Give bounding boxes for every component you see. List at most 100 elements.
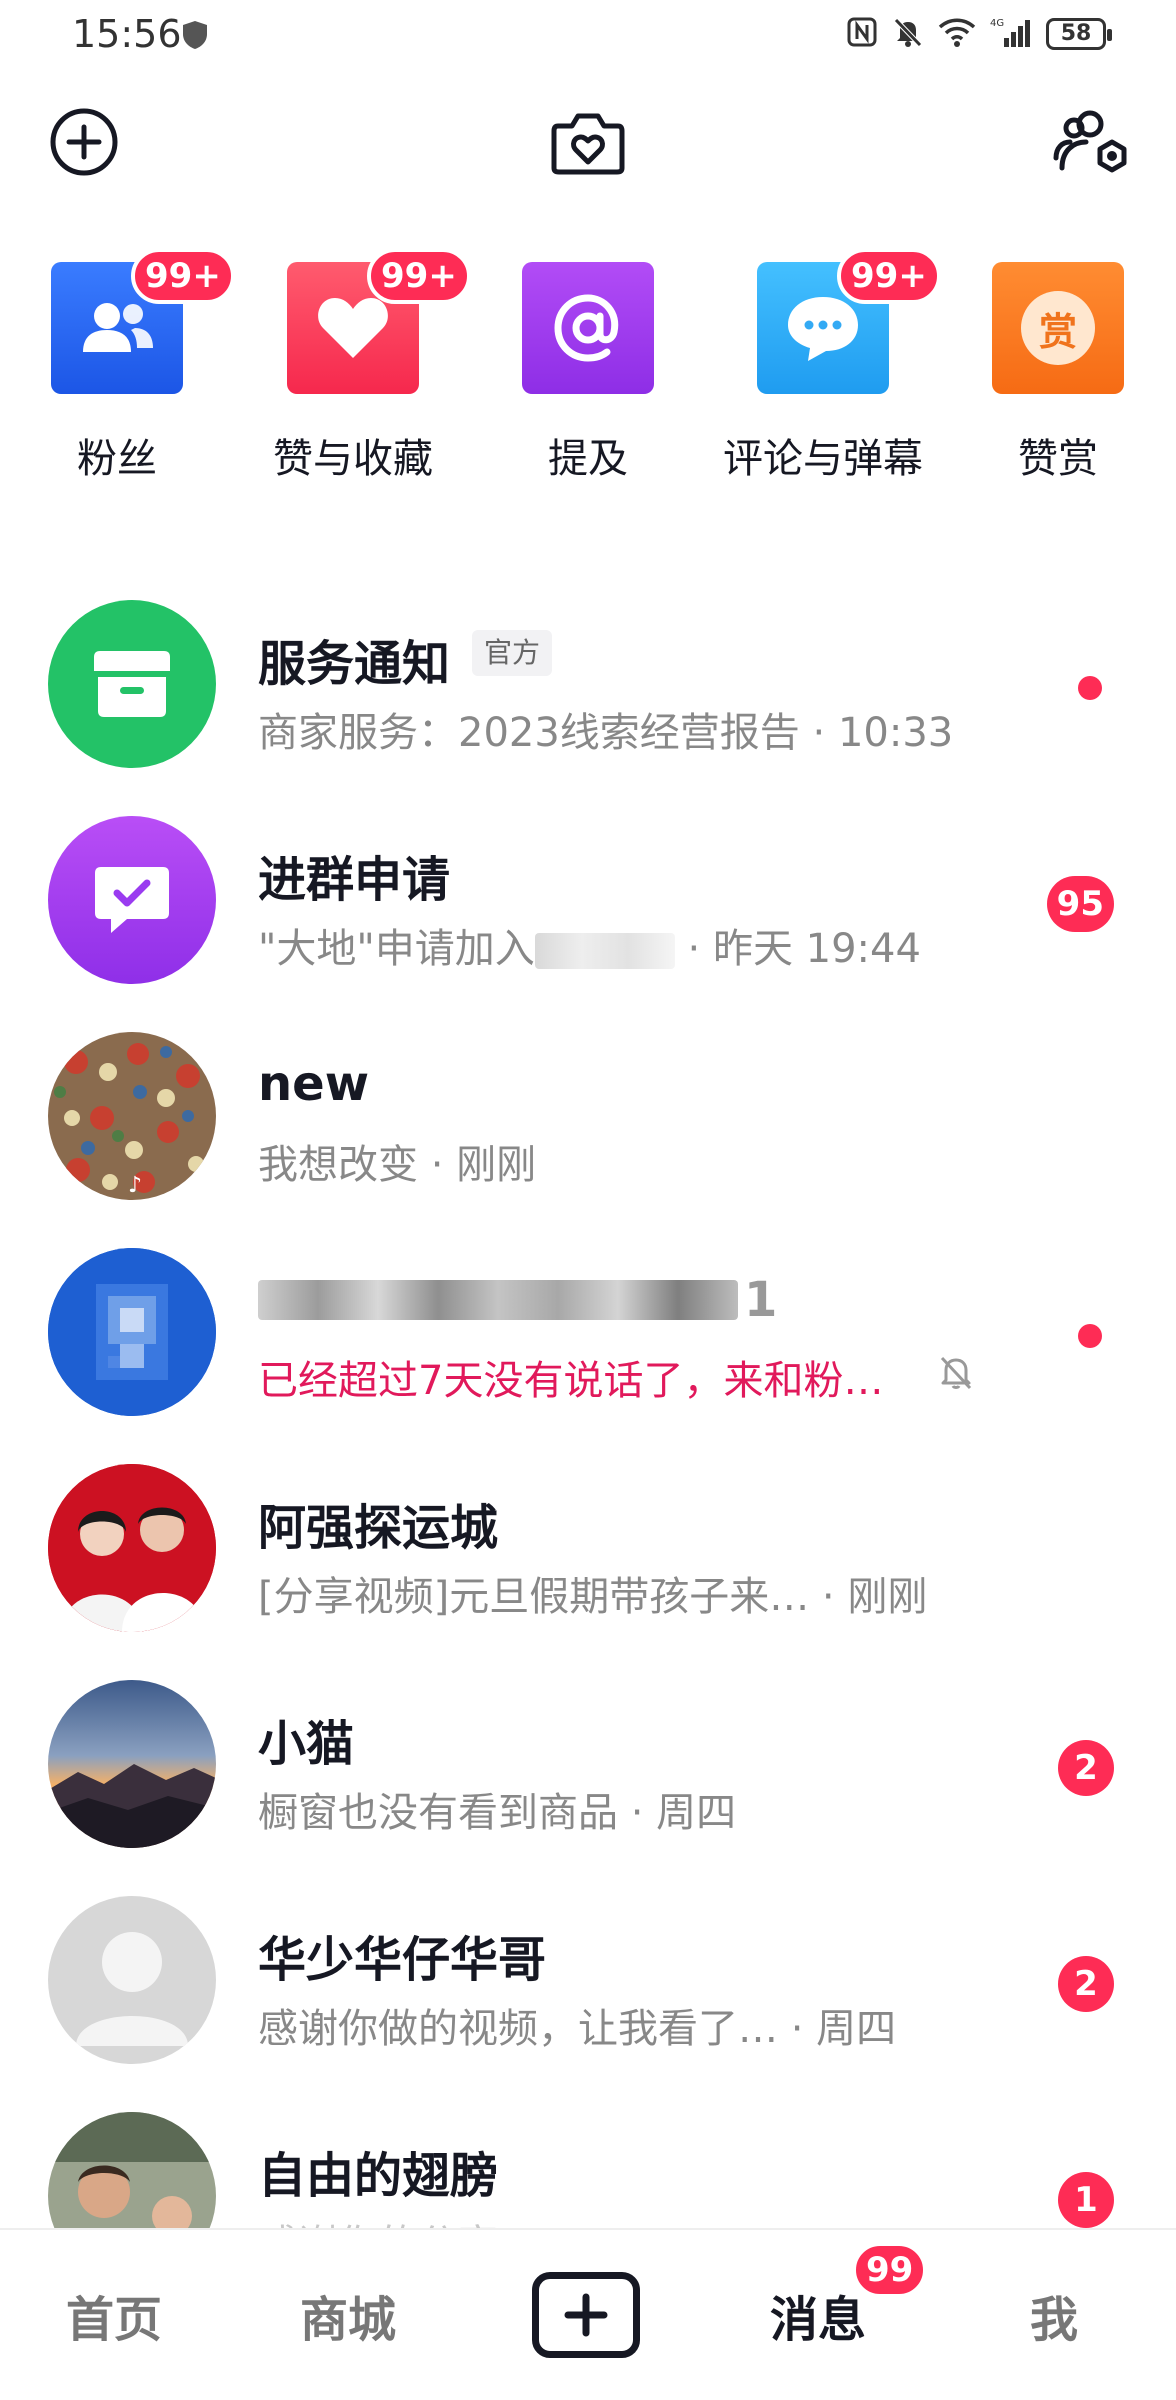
redacted-name [258, 1280, 738, 1320]
conversation-item-huashao[interactable]: 华少华仔华哥 感谢你做的视频，让我看了… · 周四 2 [0, 1896, 1176, 2112]
shortcut-label: 粉丝 [77, 436, 157, 482]
comments-badge: 99+ [837, 248, 941, 304]
user-placeholder-icon [76, 1932, 188, 2046]
conversation-preview: 我想改变 · 刚刚 [258, 1142, 537, 1188]
official-tag: 官方 [472, 630, 553, 676]
fans-badge: 99+ [131, 248, 235, 304]
signal-icon: 4G [990, 16, 1032, 52]
svg-text:4G: 4G [990, 18, 1004, 29]
at-sign-icon [554, 294, 619, 362]
conversation-name: 1 [258, 1272, 777, 1328]
default-avatar [48, 1896, 216, 2064]
conversation-preview: 商家服务：2023线索经营报告 · 10:33 [258, 710, 954, 756]
pixelated-avatar [48, 1248, 216, 1416]
camera-heart-icon [551, 113, 625, 175]
conversation-item-aqiang[interactable]: 阿强探运城 [分享视频]元旦假期带孩子来… · 刚刚 [0, 1464, 1176, 1680]
service-notification-avatar [48, 600, 216, 768]
top-bar [0, 90, 1176, 190]
people-photo-avatar [48, 2112, 216, 2230]
shortcut-label: 赞与收藏 [273, 436, 433, 482]
nav-messages[interactable]: 消息 [770, 2280, 866, 2350]
shortcut-likes[interactable]: 99+ 赞与收藏 [238, 248, 471, 492]
nfc-icon [846, 16, 878, 52]
conversation-preview: [分享视频]元旦假期带孩子来… · 刚刚 [258, 1574, 928, 1620]
create-button[interactable] [532, 2272, 640, 2358]
shield-icon [182, 20, 208, 54]
muted-bell-icon [936, 1352, 976, 1396]
conversation-item-new[interactable]: ♪ new 我想改变 · 刚刚 [0, 1032, 1176, 1248]
sunset-landscape-avatar [48, 1680, 216, 1848]
redacted-text [534, 933, 675, 969]
rewards-tile: 赏 [992, 262, 1124, 394]
chat-check-icon [95, 867, 169, 933]
shortcut-label: 评论与弹幕 [723, 436, 923, 482]
shortcut-rewards[interactable]: 赏 赞赏 [943, 262, 1173, 492]
mentions-tile [522, 262, 654, 394]
shortcut-comments[interactable]: 99+ 评论与弹幕 [708, 248, 941, 492]
shortcut-mentions[interactable]: 提及 [473, 262, 703, 492]
nav-me[interactable]: 我 [1030, 2280, 1078, 2350]
group-request-avatar [48, 816, 216, 984]
conversation-name: 服务通知 [258, 636, 451, 692]
unread-count-badge: 1 [1058, 2172, 1114, 2228]
conversation-item-group-request[interactable]: 进群申请 "大地"申请加入 · 昨天 19:44 95 [0, 816, 1176, 1032]
preview-suffix: · 昨天 19:44 [687, 926, 921, 972]
conversation-preview: 感谢你做的视频，让我看了… · 周四 [258, 2006, 897, 2052]
couple-photo-avatar [48, 1464, 216, 1632]
shortcut-fans[interactable]: 99+ 粉丝 [2, 248, 235, 492]
conversation-preview: 橱窗也没有看到商品 · 周四 [258, 1790, 737, 1836]
unread-count-badge: 2 [1058, 1740, 1114, 1796]
add-friend-button[interactable] [42, 100, 126, 184]
reward-coin-icon: 赏 [1021, 291, 1095, 365]
heart-icon [318, 298, 388, 358]
inbox-icon [94, 651, 170, 717]
svg-text:♪: ♪ [128, 1173, 142, 1198]
messages-badge: 99 [852, 2242, 928, 2298]
conversation-name: 自由的翅膀 [258, 2148, 499, 2204]
conversation-list: 服务通知 官方 商家服务：2023线索经营报告 · 10:33 进群申请 "大地… [0, 600, 1176, 2230]
contacts-settings-button[interactable] [1050, 100, 1134, 184]
conversation-name: 进群申请 [258, 852, 451, 908]
conversation-name: 阿强探运城 [258, 1500, 499, 1556]
floral-pattern-avatar: ♪ [48, 1032, 216, 1200]
nav-home[interactable]: 首页 [66, 2280, 162, 2350]
conversation-name: new [258, 1056, 370, 1112]
user-avatar [48, 2112, 216, 2230]
preview-prefix: "大地"申请加入 [258, 926, 535, 972]
battery-indicator: 58 [1046, 18, 1112, 50]
plus-icon [564, 2293, 608, 2337]
nav-mall[interactable]: 商城 [300, 2280, 396, 2350]
wifi-icon [938, 16, 976, 52]
unread-count-badge: 2 [1058, 1956, 1114, 2012]
users-icon [83, 303, 153, 352]
conversation-item-kitten[interactable]: 小猫 橱窗也没有看到商品 · 周四 2 [0, 1680, 1176, 1896]
blurred-avatar [48, 1248, 216, 1416]
conversation-name-suffix: 1 [744, 1272, 778, 1328]
status-icons: 4G 58 [846, 16, 1112, 52]
unread-dot [1078, 1324, 1102, 1348]
status-time: 15:56 [72, 12, 182, 56]
chat-bubble-icon [788, 297, 858, 361]
shortcut-label: 提及 [548, 436, 628, 482]
conversation-name: 华少华仔华哥 [258, 1932, 547, 1988]
shortcut-label: 赞赏 [1018, 436, 1098, 482]
user-avatar [48, 1680, 216, 1848]
status-bar: 15:56 4G 58 [0, 0, 1176, 72]
bell-muted-icon [892, 16, 924, 52]
plus-circle-icon [50, 108, 118, 176]
likes-badge: 99+ [367, 248, 471, 304]
conversation-preview: "大地"申请加入 · 昨天 19:44 [258, 916, 921, 974]
shortcut-row: 99+ 粉丝 99+ 赞与收藏 提及 99+ 评论与弹幕 赏 赞赏 [0, 248, 1176, 492]
conversation-name: 小猫 [258, 1716, 355, 1772]
conversation-item-service[interactable]: 服务通知 官方 商家服务：2023线索经营报告 · 10:33 [0, 600, 1176, 816]
reward-coin-text: 赏 [1038, 309, 1077, 354]
unread-count-badge: 95 [1046, 876, 1114, 932]
unread-dot [1078, 676, 1102, 700]
camera-button[interactable] [546, 100, 630, 184]
user-avatar [48, 1464, 216, 1632]
user-avatar: ♪ [48, 1032, 216, 1200]
conversation-item-free-wings[interactable]: 自由的翅膀 感谢你的分享 · 2023/12/31 1 [0, 2112, 1176, 2230]
user-settings-icon [1053, 110, 1127, 173]
bottom-nav: 首页 商城 消息 99 我 [0, 2228, 1176, 2400]
conversation-item-fan-group[interactable]: 1 已经超过7天没有说话了，来和粉… [0, 1248, 1176, 1464]
